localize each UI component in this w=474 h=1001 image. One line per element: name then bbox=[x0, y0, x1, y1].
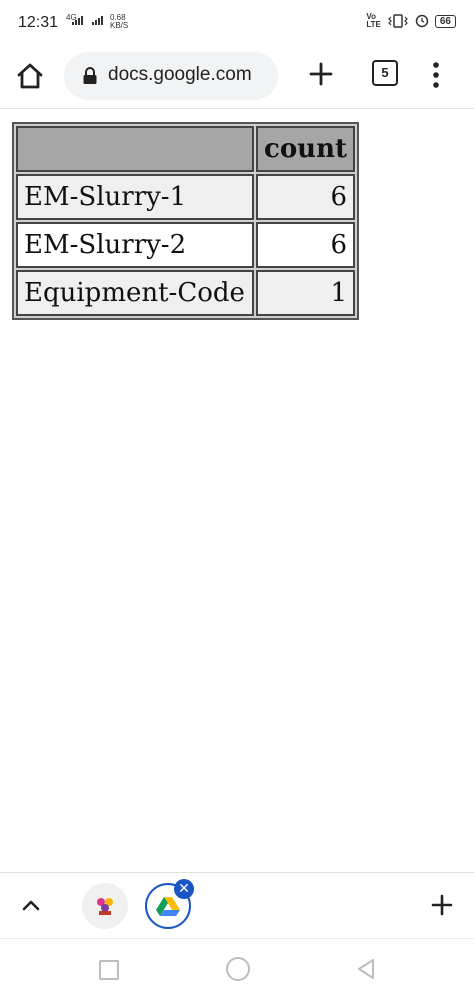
row-label: EM-Slurry-2 bbox=[16, 222, 254, 268]
battery-indicator: 66 bbox=[434, 14, 456, 28]
vibrate-icon bbox=[388, 14, 408, 28]
table-row: Equipment-Code 1 bbox=[16, 270, 355, 316]
more-menu-icon[interactable] bbox=[426, 59, 446, 91]
site-logo-icon bbox=[97, 898, 113, 915]
status-time: 12:31 bbox=[18, 14, 59, 31]
network-speed: 0.68 KB/S bbox=[110, 14, 128, 30]
bottom-tab-strip: ✕ bbox=[0, 872, 474, 939]
row-count: 6 bbox=[256, 174, 355, 220]
header-count: count bbox=[256, 126, 355, 172]
home-button[interactable] bbox=[226, 957, 250, 981]
system-nav-bar bbox=[0, 938, 474, 1001]
home-icon[interactable] bbox=[14, 60, 46, 92]
signal-icon-2 bbox=[92, 16, 103, 25]
google-drive-icon bbox=[156, 896, 180, 916]
recents-button[interactable] bbox=[99, 960, 119, 980]
add-tab-icon[interactable] bbox=[430, 893, 454, 917]
status-bar: 12:31 4G 0.68 KB/S Vo LTE 66 bbox=[0, 0, 474, 44]
volte-indicator: Vo LTE bbox=[366, 13, 381, 29]
new-tab-icon[interactable] bbox=[306, 59, 336, 89]
signal-icon bbox=[72, 16, 83, 25]
header-blank bbox=[16, 126, 254, 172]
data-table-container: count EM-Slurry-1 6 EM-Slurry-2 6 Equipm… bbox=[12, 122, 359, 320]
chevron-up-icon[interactable] bbox=[20, 897, 42, 913]
url-text[interactable]: docs.google.com bbox=[108, 64, 273, 86]
browser-toolbar: docs.google.com 5 bbox=[0, 44, 474, 109]
back-icon[interactable] bbox=[355, 957, 377, 981]
row-label: Equipment-Code bbox=[16, 270, 254, 316]
count-table: count EM-Slurry-1 6 EM-Slurry-2 6 Equipm… bbox=[12, 122, 359, 320]
status-right: Vo LTE 66 bbox=[366, 13, 456, 29]
address-bar[interactable]: docs.google.com bbox=[64, 52, 278, 100]
table-row: EM-Slurry-2 6 bbox=[16, 222, 355, 268]
table-row: EM-Slurry-1 6 bbox=[16, 174, 355, 220]
row-label: EM-Slurry-1 bbox=[16, 174, 254, 220]
tab-switcher-button[interactable]: 5 bbox=[372, 60, 398, 86]
tab-favicon-1[interactable] bbox=[82, 883, 128, 929]
row-count: 6 bbox=[256, 222, 355, 268]
close-tab-icon[interactable]: ✕ bbox=[174, 879, 194, 899]
table-header-row: count bbox=[16, 126, 355, 172]
row-count: 1 bbox=[256, 270, 355, 316]
volte-bottom: LTE bbox=[366, 20, 381, 29]
alarm-icon bbox=[415, 14, 429, 28]
speed-unit: KB/S bbox=[110, 21, 129, 30]
lock-icon bbox=[83, 67, 97, 84]
